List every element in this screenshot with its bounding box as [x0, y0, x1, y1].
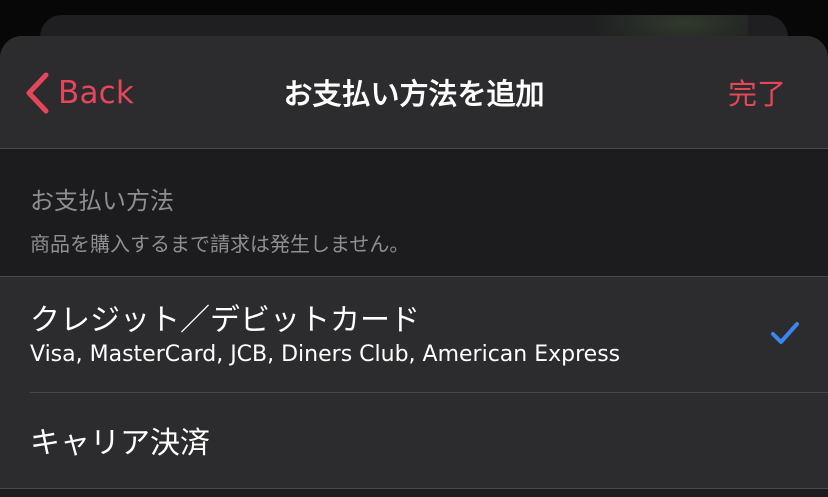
list-bottom-background — [0, 489, 828, 497]
payment-method-section-header: お支払い方法 商品を購入するまで請求は発生しません。 — [0, 149, 828, 276]
section-title: お支払い方法 — [30, 187, 174, 215]
done-button[interactable]: 完了 — [728, 71, 786, 113]
add-payment-sheet: Back お支払い方法を追加 完了 お支払い方法 商品を購入するまで請求は発生し… — [0, 36, 828, 497]
chevron-left-icon — [24, 71, 50, 115]
checkmark-icon — [770, 321, 800, 349]
back-button[interactable]: Back — [24, 68, 134, 118]
payment-option-title: クレジット／デビットカード — [30, 303, 420, 338]
navigation-bar: Back お支払い方法を追加 完了 — [0, 36, 828, 148]
payment-option-title: キャリア決済 — [30, 426, 210, 461]
payment-option-credit-card[interactable]: クレジット／デビットカード Visa, MasterCard, JCB, Din… — [0, 277, 828, 393]
back-button-label: Back — [58, 75, 135, 111]
section-subtitle: 商品を購入するまで請求は発生しません。 — [30, 232, 410, 256]
payment-option-subtitle: Visa, MasterCard, JCB, Diners Club, Amer… — [30, 342, 621, 367]
screen: Back お支払い方法を追加 完了 お支払い方法 商品を購入するまで請求は発生し… — [0, 0, 828, 497]
payment-option-carrier-billing[interactable]: キャリア決済 — [0, 393, 828, 488]
